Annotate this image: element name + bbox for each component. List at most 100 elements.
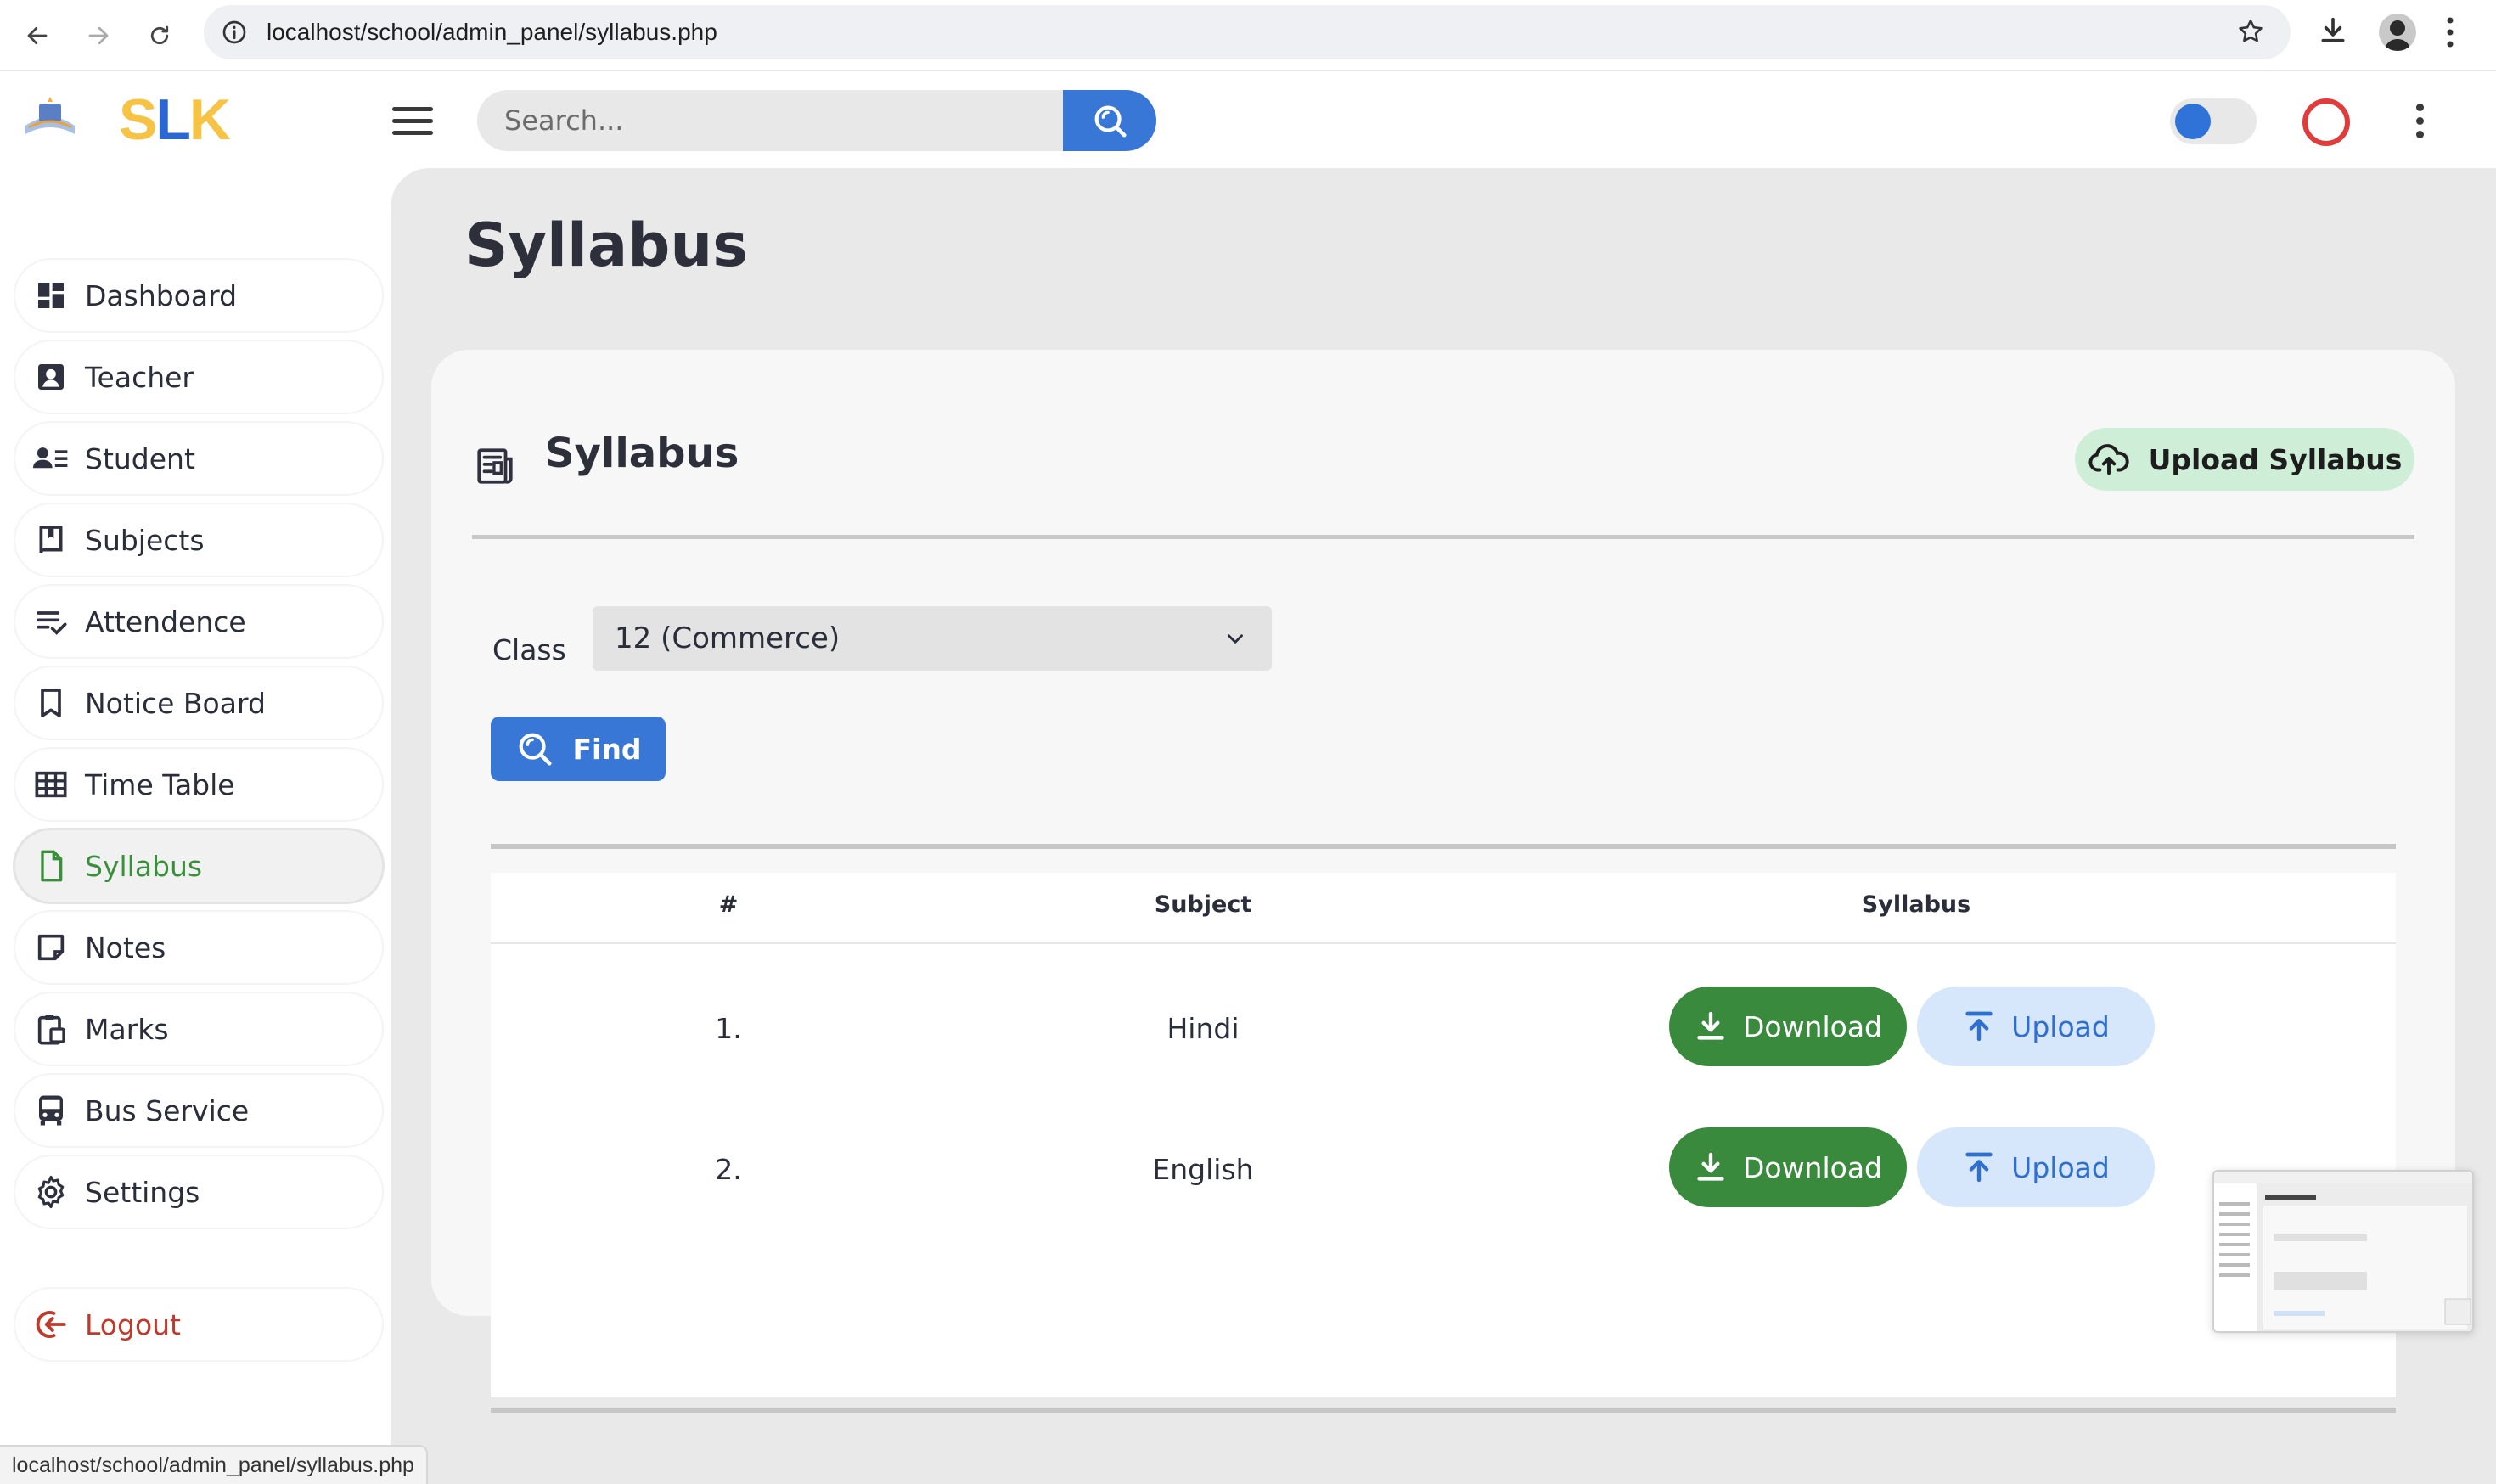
school-logo[interactable] [20,92,80,143]
status-bar-url: localhost/school/admin_panel/syllabus.ph… [0,1445,428,1484]
brand-logo[interactable]: SLK [119,87,231,153]
sidebar-item-student[interactable]: Student [15,423,382,494]
sidebar-item-bus-service[interactable]: Bus Service [15,1075,382,1146]
class-select-value: 12 (Commerce) [615,621,840,655]
profile-avatar[interactable] [2379,14,2416,51]
cloud-upload-icon [2088,444,2129,475]
document-icon [32,847,70,885]
sidebar-item-label: Marks [85,1012,169,1046]
sidebar-item-label: Syllabus [85,849,203,883]
sidebar-item-label: Student [85,441,195,475]
syllabus-card: Syllabus Upload Syllabus Class 12 (Comme… [431,350,2455,1413]
sidebar-item-label: Notice Board [85,686,266,720]
download-button[interactable]: Download [1669,987,1907,1066]
app-header: SLK [0,73,2496,168]
search-input[interactable] [477,90,1063,151]
sidebar-item-label: Teacher [85,360,194,394]
download-icon [1697,1011,1724,1040]
notification-ring-icon[interactable] [2302,98,2350,146]
syllabus-table: # Subject Syllabus 1. Hindi Download Upl… [491,873,2396,1397]
app-menu-icon[interactable] [2416,104,2424,144]
clipboard-icon [32,1010,70,1048]
bookmark-star-icon[interactable] [2236,17,2265,49]
sidebar-item-marks[interactable]: Marks [15,993,382,1065]
row-subject: Hindi [1166,1012,1240,1045]
sidebar-item-time-table[interactable]: Time Table [15,749,382,820]
bookmark-icon [32,684,70,722]
address-bar[interactable]: localhost/school/admin_panel/syllabus.ph… [204,5,2291,59]
forward-icon[interactable] [78,15,119,56]
sidebar-item-label: Settings [85,1175,200,1209]
logout-button[interactable]: Logout [15,1289,382,1360]
brand-letter-k: K [188,87,231,152]
sidebar-item-label: Time Table [85,767,235,801]
download-icon[interactable] [2316,14,2350,51]
upload-syllabus-label: Upload Syllabus [2148,442,2403,476]
find-button[interactable]: Find [491,717,666,781]
search-icon [519,733,552,766]
table-top-border [491,844,2396,849]
sidebar-item-subjects[interactable]: Subjects [15,504,382,576]
back-icon[interactable] [17,15,58,56]
header-divider [491,942,2396,944]
browser-menu-icon[interactable] [2445,15,2455,53]
upload-syllabus-button[interactable]: Upload Syllabus [2075,428,2414,491]
menu-toggle-icon[interactable] [392,107,433,138]
row-number: 1. [715,1012,742,1045]
card-title: Syllabus [545,430,739,477]
download-label: Download [1742,1150,1883,1184]
logout-icon [32,1306,70,1343]
newspaper-icon [474,445,516,491]
student-icon [32,440,70,477]
dashboard-icon [32,277,70,314]
page-title: Syllabus [465,211,748,280]
upload-button[interactable]: Upload [1917,987,2155,1066]
sidebar-item-label: Dashboard [85,278,238,312]
site-info-icon[interactable] [221,19,248,49]
download-label: Download [1742,1009,1883,1043]
teacher-icon [32,358,70,396]
search-button[interactable] [1063,90,1156,151]
upload-label: Upload [2011,1150,2110,1184]
row-subject: English [1152,1153,1254,1186]
bus-icon [32,1092,70,1129]
sidebar-item-teacher[interactable]: Teacher [15,341,382,413]
column-header-syllabus: Syllabus [1861,891,1971,918]
sidebar-item-label: Bus Service [85,1093,250,1127]
chevron-down-icon [1228,634,1243,644]
download-icon [1697,1152,1724,1181]
upload-button[interactable]: Upload [1917,1127,2155,1207]
search-bar [477,90,1156,151]
theme-toggle[interactable] [2170,98,2257,144]
window-thumbnail-preview[interactable] [2212,1170,2474,1333]
find-label: Find [572,732,642,766]
sidebar-item-label: Attendence [85,604,246,638]
note-icon [32,929,70,966]
class-select[interactable]: 12 (Commerce) [593,606,1272,671]
subjects-icon [32,521,70,559]
sidebar-item-attendence[interactable]: Attendence [15,586,382,657]
sidebar-item-settings[interactable]: Settings [15,1156,382,1228]
sidebar-item-dashboard[interactable]: Dashboard [15,260,382,331]
sidebar-item-label: Subjects [85,523,205,557]
sidebar-item-notice-board[interactable]: Notice Board [15,667,382,739]
logout-label: Logout [85,1307,181,1341]
sidebar: Dashboard Teacher Student Subjects Atten… [0,168,391,1484]
brand-letter-l: L [155,87,191,152]
browser-toolbar: localhost/school/admin_panel/syllabus.ph… [0,0,2496,71]
brand-letter-s: S [119,87,157,152]
main-content: Syllabus Syllabus Upload Syllabus Class … [391,168,2496,1484]
download-button[interactable]: Download [1669,1127,1907,1207]
attendance-icon [32,603,70,640]
sidebar-item-notes[interactable]: Notes [15,912,382,983]
table-icon [32,766,70,803]
column-header-number: # [718,891,739,918]
reload-icon[interactable] [139,15,180,56]
table-bottom-border [491,1408,2396,1413]
upload-icon [1965,1152,1993,1183]
class-label: Class [492,633,566,666]
column-header-subject: Subject [1154,891,1252,918]
sidebar-item-syllabus[interactable]: Syllabus [15,830,382,902]
upload-label: Upload [2011,1009,2110,1043]
address-url[interactable]: localhost/school/admin_panel/syllabus.ph… [267,19,717,46]
